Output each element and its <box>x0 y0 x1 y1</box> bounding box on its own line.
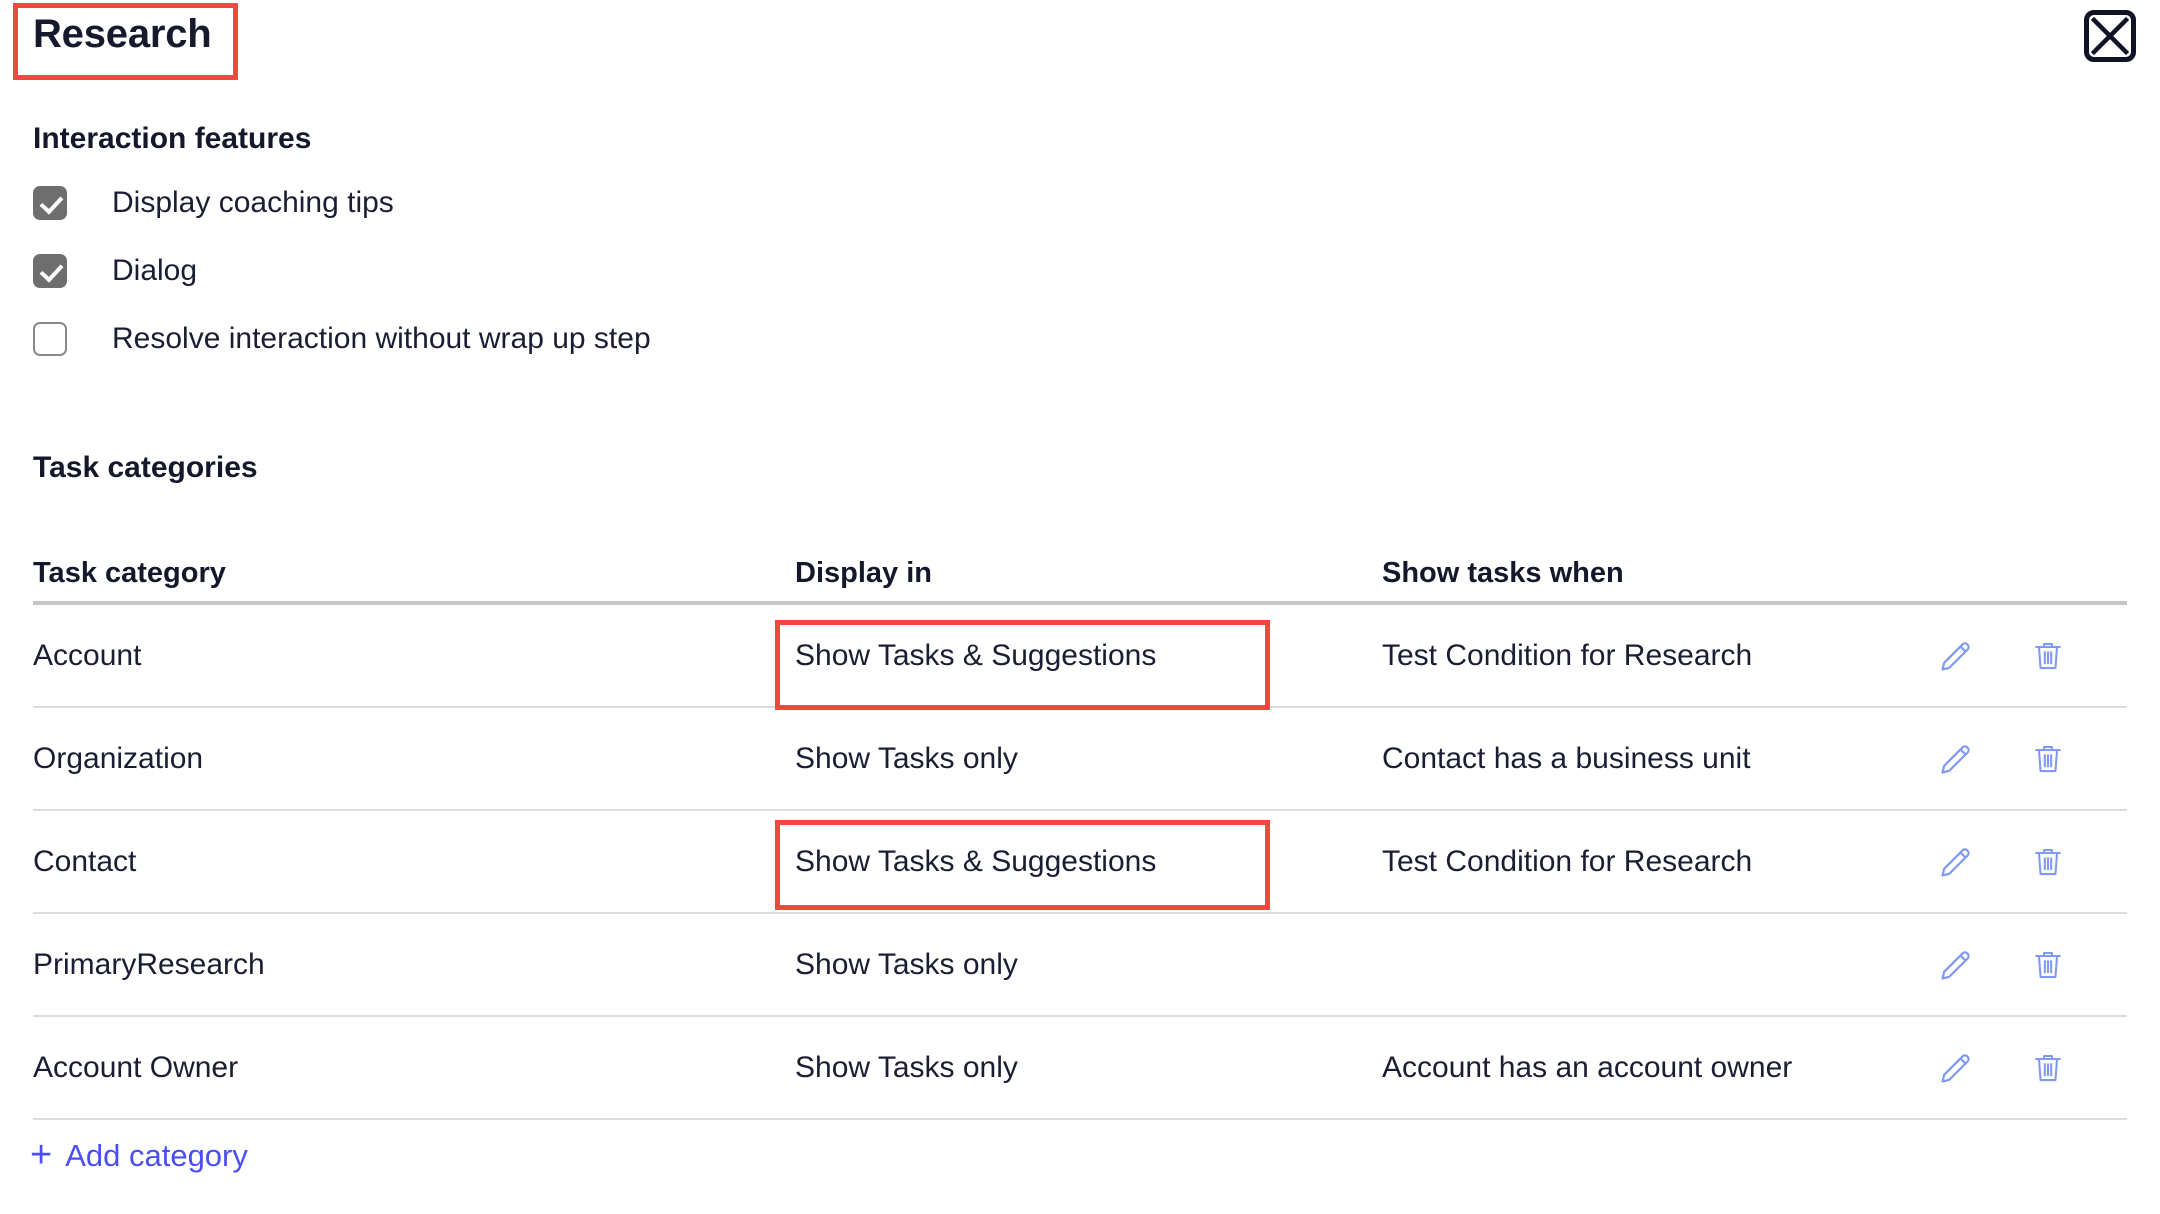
checkbox-row-resolve-interaction[interactable]: Resolve interaction without wrap up step <box>33 314 1233 364</box>
cell-task-category: Contact <box>33 844 137 878</box>
trash-icon[interactable] <box>2029 843 2067 881</box>
checkbox-display-coaching-tips[interactable] <box>33 186 67 220</box>
close-icon <box>2089 15 2131 57</box>
table-row: Account Show Tasks & Suggestions Test Co… <box>33 605 2127 708</box>
trash-icon[interactable] <box>2029 1049 2067 1087</box>
cell-show-tasks-when: Contact has a business unit <box>1382 741 1751 775</box>
column-header-task-category: Task category <box>33 556 226 589</box>
cell-display-in: Show Tasks & Suggestions <box>795 638 1157 672</box>
trash-icon[interactable] <box>2029 740 2067 778</box>
cell-actions <box>1929 637 2127 675</box>
cell-show-tasks-when: Test Condition for Research <box>1382 844 1753 878</box>
table-header-row: Task category Display in Show tasks when <box>33 545 2127 605</box>
page-title: Research <box>33 12 212 56</box>
table-row: Organization Show Tasks only Contact has… <box>33 708 2127 811</box>
add-category-button[interactable]: + Add category <box>30 1136 248 1174</box>
cell-display-in: Show Tasks only <box>795 947 1018 981</box>
checkbox-row-display-coaching-tips[interactable]: Display coaching tips <box>33 178 1233 228</box>
plus-icon: + <box>30 1134 53 1176</box>
cell-show-tasks-when: Test Condition for Research <box>1382 638 1753 672</box>
checkbox-label: Resolve interaction without wrap up step <box>112 322 651 355</box>
checkbox-label: Display coaching tips <box>112 186 394 219</box>
pencil-icon[interactable] <box>1937 843 1975 881</box>
pencil-icon[interactable] <box>1937 946 1975 984</box>
checkbox-dialog[interactable] <box>33 254 67 288</box>
cell-actions <box>1929 946 2127 984</box>
column-header-show-tasks-when: Show tasks when <box>1382 556 1624 589</box>
cell-task-category: Account <box>33 638 142 672</box>
cell-display-in: Show Tasks only <box>795 741 1018 775</box>
cell-task-category: Account Owner <box>33 1050 239 1084</box>
interaction-features-heading: Interaction features <box>33 122 312 155</box>
close-button[interactable] <box>2084 10 2136 62</box>
trash-icon[interactable] <box>2029 946 2067 984</box>
cell-display-in: Show Tasks & Suggestions <box>795 844 1157 878</box>
cell-actions <box>1929 843 2127 881</box>
cell-actions <box>1929 740 2127 778</box>
task-categories-heading: Task categories <box>33 451 258 484</box>
pencil-icon[interactable] <box>1937 740 1975 778</box>
add-category-label: Add category <box>65 1137 248 1173</box>
column-header-display-in: Display in <box>795 556 932 589</box>
cell-show-tasks-when: Account has an account owner <box>1382 1050 1793 1084</box>
checkbox-resolve-interaction-without-wrap-up-step[interactable] <box>33 322 67 356</box>
checkbox-label: Dialog <box>112 254 198 287</box>
table-row: PrimaryResearch Show Tasks only <box>33 914 2127 1017</box>
cell-display-in: Show Tasks only <box>795 1050 1018 1084</box>
trash-icon[interactable] <box>2029 637 2067 675</box>
panel-header: Research <box>0 0 2160 86</box>
pencil-icon[interactable] <box>1937 1049 1975 1087</box>
cell-task-category: Organization <box>33 741 204 775</box>
checkbox-row-dialog[interactable]: Dialog <box>33 246 1233 296</box>
table-row: Account Owner Show Tasks only Account ha… <box>33 1017 2127 1120</box>
cell-actions <box>1929 1049 2127 1087</box>
interaction-features-list: Display coaching tips Dialog Resolve int… <box>33 178 1233 364</box>
task-categories-table: Task category Display in Show tasks when… <box>33 545 2127 1120</box>
cell-task-category: PrimaryResearch <box>33 947 265 981</box>
table-row: Contact Show Tasks & Suggestions Test Co… <box>33 811 2127 914</box>
pencil-icon[interactable] <box>1937 637 1975 675</box>
